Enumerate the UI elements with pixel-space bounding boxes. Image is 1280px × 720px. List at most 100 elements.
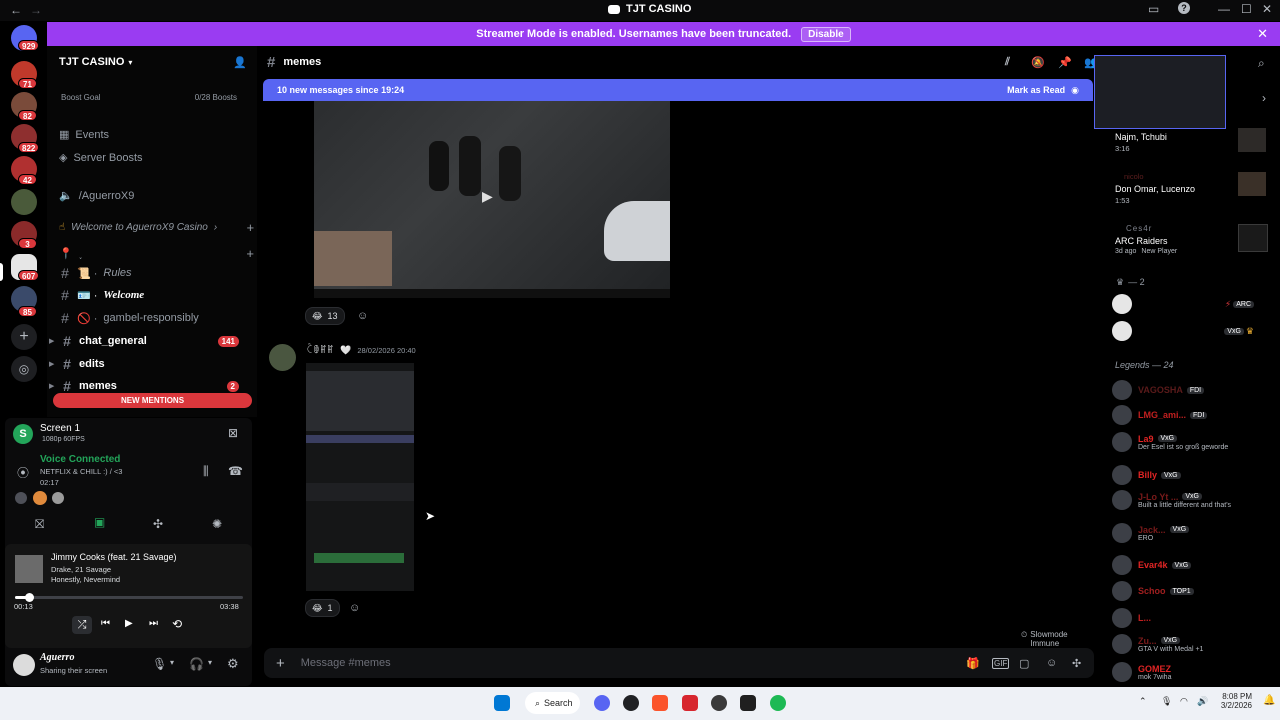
member-row[interactable]: Jack... VxG ERO [1112, 523, 1274, 543]
channel-edits[interactable]: ▶ # edits [49, 356, 249, 372]
settings-gear-icon[interactable]: ⚙ [227, 656, 239, 672]
discord-taskbar-icon[interactable] [594, 695, 610, 711]
new-messages-bar[interactable]: 10 new messages since 19:24 Mark as Read… [263, 79, 1093, 101]
app-taskbar-icon[interactable] [711, 695, 727, 711]
add-channel-icon[interactable]: + [246, 246, 254, 261]
server-boosts-item[interactable]: ◈ Server Boosts [59, 151, 143, 165]
volume-icon[interactable]: 🔊 [1197, 696, 1208, 707]
back-arrow-icon[interactable]: ← [10, 3, 22, 17]
channel-rules[interactable]: # 📜 · Rules [59, 265, 131, 281]
reaction-laugh[interactable]: 😂 13 [305, 307, 345, 325]
disconnect-icon[interactable]: ☎ [228, 464, 243, 478]
noise-suppression-icon[interactable]: ⫼ [203, 464, 209, 479]
message-composer[interactable]: + Message #memes 🎁 GIF ▢ ☺ ✣ [264, 648, 1094, 678]
channel-welcome[interactable]: # 🪪 · Welcome [59, 287, 144, 303]
song-progress-knob[interactable] [24, 593, 34, 602]
notification-bell-icon[interactable]: 🔔 [1263, 695, 1275, 706]
shuffle-icon[interactable]: ⤮ [72, 616, 92, 634]
author-avatar[interactable] [269, 344, 296, 371]
activities-icon[interactable]: ✣ [153, 517, 163, 531]
category-empty[interactable]: 📍 ˯ + [59, 246, 254, 261]
reaction-laugh[interactable]: 😂 1 [305, 599, 340, 617]
sticker-icon[interactable]: ▢ [1019, 657, 1029, 670]
member-row[interactable]: GOMEZ mok 7wiha [1112, 662, 1274, 682]
member-row[interactable]: VAGOSHA FDI [1112, 380, 1274, 400]
signal-icon[interactable]: ⦿ [17, 464, 29, 481]
channel-chat-general[interactable]: ▶ # chat_general 141 [49, 333, 249, 349]
member-row[interactable]: LMG_ami... FDI [1112, 405, 1274, 425]
add-channel-icon[interactable]: + [246, 220, 254, 235]
gift-icon[interactable]: 🎁 [966, 657, 980, 670]
threads-icon[interactable]: ⫽ [1005, 56, 1010, 69]
participant-avatar[interactable] [15, 492, 27, 504]
spotify-taskbar-icon[interactable] [770, 695, 786, 711]
member-row[interactable]: ⚡ ARC [1112, 294, 1272, 314]
audio-options-chevron-icon[interactable]: ▾ [208, 658, 212, 667]
member-row[interactable]: La9 VxG Der Esel ist so groß geworde [1112, 432, 1274, 452]
headphones-icon[interactable]: 🎧 [189, 657, 204, 671]
screen-share-icon[interactable]: ▣ [94, 515, 105, 529]
brave-taskbar-icon[interactable] [652, 695, 668, 711]
add-reaction-icon[interactable]: ☺ [349, 602, 360, 614]
clock[interactable]: 8:08 PM 3/2/2026 [1216, 692, 1252, 710]
mute-notifications-icon[interactable]: 🔕 [1031, 56, 1045, 69]
previous-track-icon[interactable]: ⏮ [101, 618, 110, 629]
voice-channel-name[interactable]: NETFLIX & CHILL :) / <3 [40, 467, 122, 476]
boost-goal[interactable]: Boost Goal 0/28 Boosts [61, 93, 251, 102]
stream-preview[interactable] [1094, 55, 1226, 129]
member-row[interactable]: Schoo TOP1 [1112, 581, 1274, 601]
participant-avatar[interactable] [33, 491, 47, 505]
add-attachment-icon[interactable]: + [276, 655, 285, 672]
minimize-icon[interactable]: — [1218, 2, 1230, 16]
gif-icon[interactable]: GIF [992, 657, 1010, 669]
member-row[interactable]: Billy VxG [1112, 465, 1274, 485]
emoji-picker-icon[interactable]: ☺ [1046, 657, 1057, 669]
channel-memes[interactable]: ▶ # memes 2 [49, 378, 249, 394]
song-progress-track[interactable] [15, 596, 243, 599]
voice-channel-aguerro[interactable]: 🔈 /AguerroX9 [59, 189, 134, 203]
tray-chevron-icon[interactable]: ⌃ [1139, 696, 1147, 707]
mic-options-chevron-icon[interactable]: ▾ [170, 658, 174, 667]
member-row[interactable]: Evar4k VxG [1112, 555, 1274, 575]
server-header[interactable]: TJT CASINO ▾ 👤 [47, 46, 257, 78]
soundboard-icon[interactable]: ✺ [212, 517, 222, 531]
video-attachment[interactable]: ▶ [314, 101, 670, 298]
search-icon[interactable]: ⌕ [1258, 56, 1265, 71]
apps-icon[interactable]: ✣ [1072, 657, 1081, 670]
member-row[interactable]: VxG ♛ [1112, 321, 1272, 341]
next-track-icon[interactable]: ⏭ [149, 618, 158, 629]
tray-mic-icon[interactable]: 🎙 [1161, 696, 1172, 707]
message-author[interactable]: ꉓꂦꂵꂵ [306, 344, 334, 356]
member-row[interactable]: J-Lo Yt ... VxG Built a little different a… [1112, 490, 1274, 510]
channel-gambel-responsibly[interactable]: # 🚫 · gambel-responsibly [59, 310, 199, 326]
image-attachment[interactable] [306, 363, 414, 591]
add-reaction-icon[interactable]: ☺ [357, 310, 368, 322]
member-row[interactable]: Zu... VxG GTA V with Medal +1 [1112, 634, 1274, 654]
close-window-icon[interactable]: ✕ [1262, 2, 1272, 16]
category-welcome[interactable]: ☝ Welcome to AguerroX9 Casino › + [59, 220, 254, 235]
start-icon[interactable] [494, 695, 510, 711]
camera-off-icon[interactable]: ⛝ [35, 517, 44, 532]
play-icon[interactable]: ▶ [125, 618, 133, 629]
github-taskbar-icon[interactable] [623, 695, 639, 711]
add-server-icon[interactable]: + [11, 324, 37, 350]
invite-people-icon[interactable]: 👤 [233, 56, 247, 69]
discover-icon[interactable]: ◎ [11, 356, 37, 382]
server-icon[interactable] [11, 189, 37, 215]
maximize-icon[interactable]: ☐ [1241, 2, 1252, 16]
new-mentions-pill[interactable]: NEW MENTIONS [53, 393, 252, 408]
microphone-icon[interactable]: 🎙 [152, 657, 167, 671]
avatar[interactable] [13, 654, 35, 676]
adobe-taskbar-icon[interactable] [682, 695, 698, 711]
help-icon[interactable]: ? [1178, 2, 1190, 14]
chevron-right-icon[interactable]: › [1262, 91, 1266, 105]
repeat-icon[interactable]: ⟲ [172, 617, 182, 631]
pinned-messages-icon[interactable]: 📌 [1058, 56, 1072, 69]
participant-avatar[interactable] [52, 492, 64, 504]
mark-as-read-button[interactable]: Mark as Read ◉ [1007, 85, 1079, 96]
inbox-icon[interactable]: ▭ [1148, 2, 1159, 16]
wifi-icon[interactable]: ◠ [1180, 696, 1188, 707]
events-item[interactable]: ▦ Events [59, 128, 109, 142]
taskbar-search[interactable]: ⌕ Search [525, 692, 580, 714]
disable-streamer-mode-button[interactable]: Disable [801, 26, 851, 42]
